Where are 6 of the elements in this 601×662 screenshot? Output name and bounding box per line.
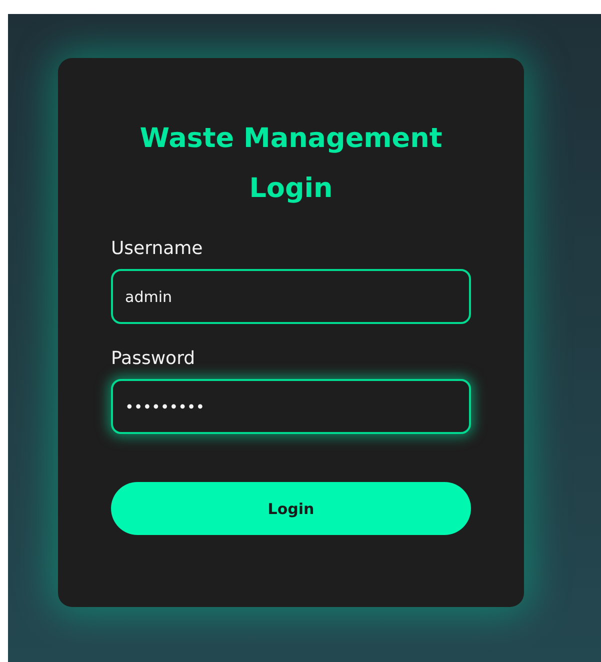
login-title: Waste Management Login xyxy=(138,122,444,206)
field-label: Password xyxy=(111,348,196,369)
login-button[interactable]: Login xyxy=(111,482,471,535)
username-field[interactable]: admin xyxy=(111,269,471,324)
field-label: Username xyxy=(111,238,203,259)
password-field[interactable]: ••••••••• xyxy=(111,379,471,434)
